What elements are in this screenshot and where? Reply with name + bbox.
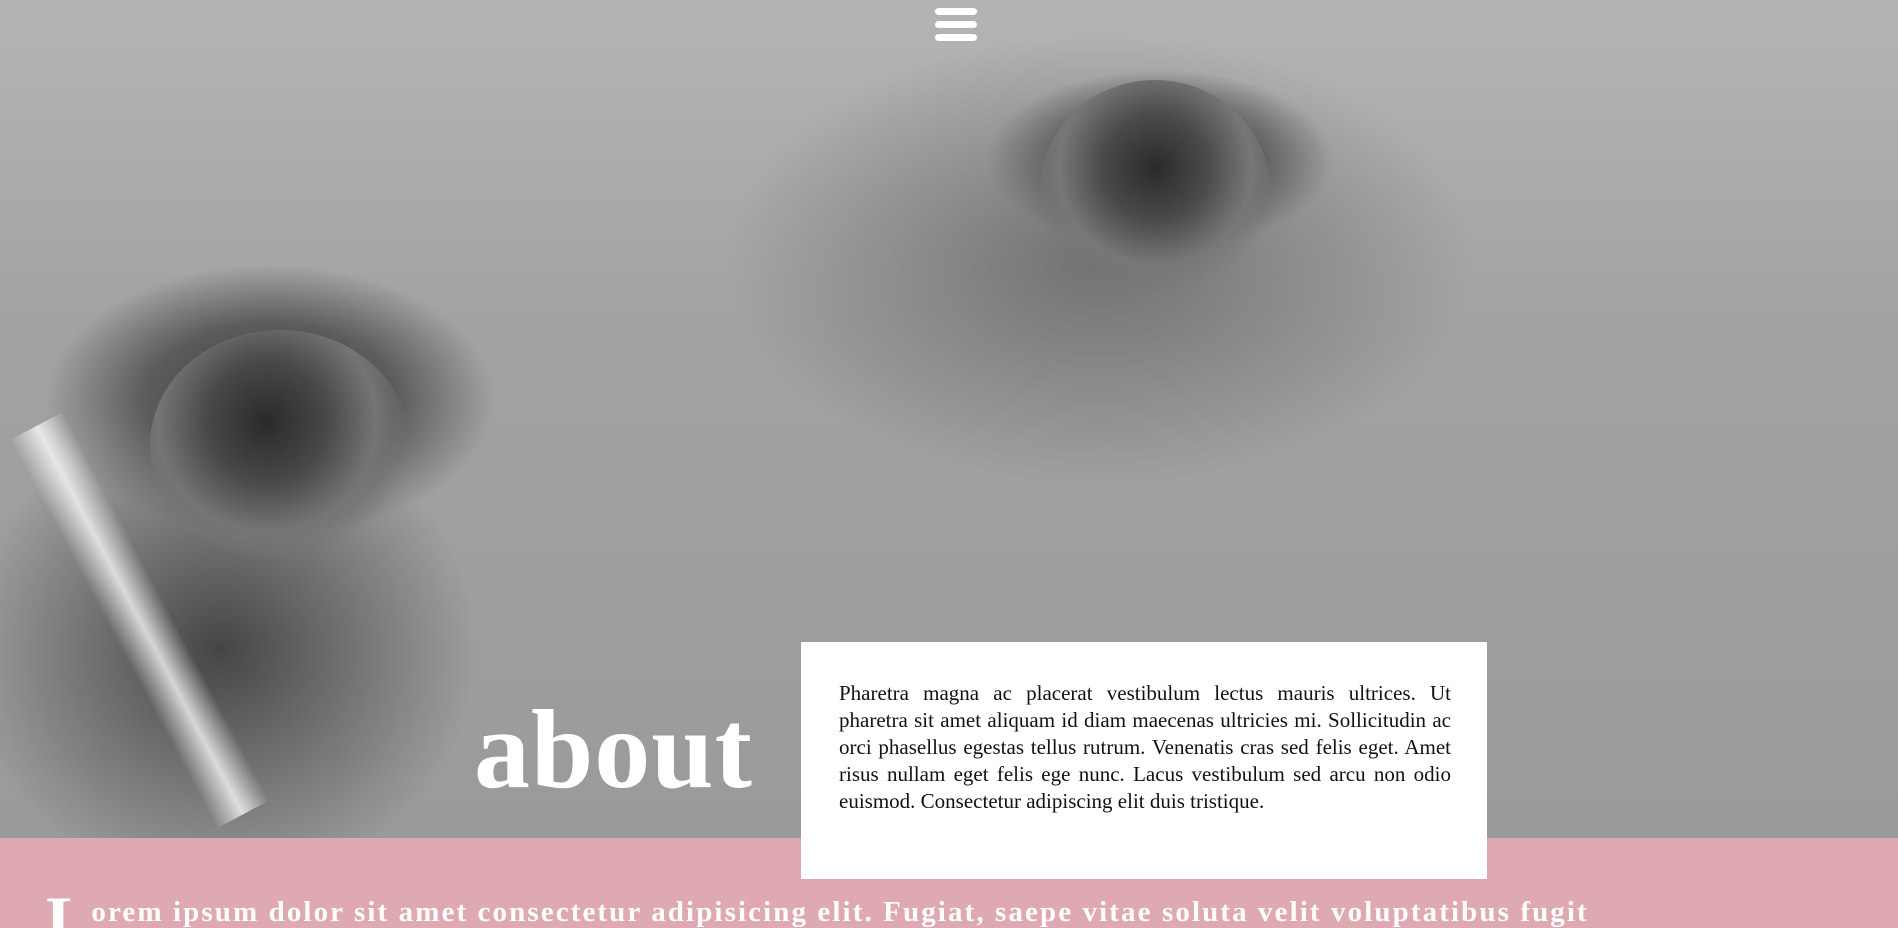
eye-right-image — [1040, 80, 1270, 300]
intro-text: orem ipsum dolor sit amet consectetur ad… — [91, 896, 1589, 928]
eye-left-image — [150, 330, 410, 560]
menu-bar-middle — [935, 21, 977, 28]
menu-bar-bottom — [935, 34, 977, 41]
about-paragraph: Pharetra magna ac placerat vestibulum le… — [839, 681, 1451, 813]
menu-bar-top — [935, 8, 977, 15]
drop-cap: L — [46, 882, 92, 928]
intro-line: Lorem ipsum dolor sit amet consectetur a… — [46, 886, 1589, 928]
about-heading: about — [474, 688, 753, 812]
about-card: Pharetra magna ac placerat vestibulum le… — [801, 642, 1487, 879]
hamburger-menu-icon[interactable] — [933, 6, 979, 44]
